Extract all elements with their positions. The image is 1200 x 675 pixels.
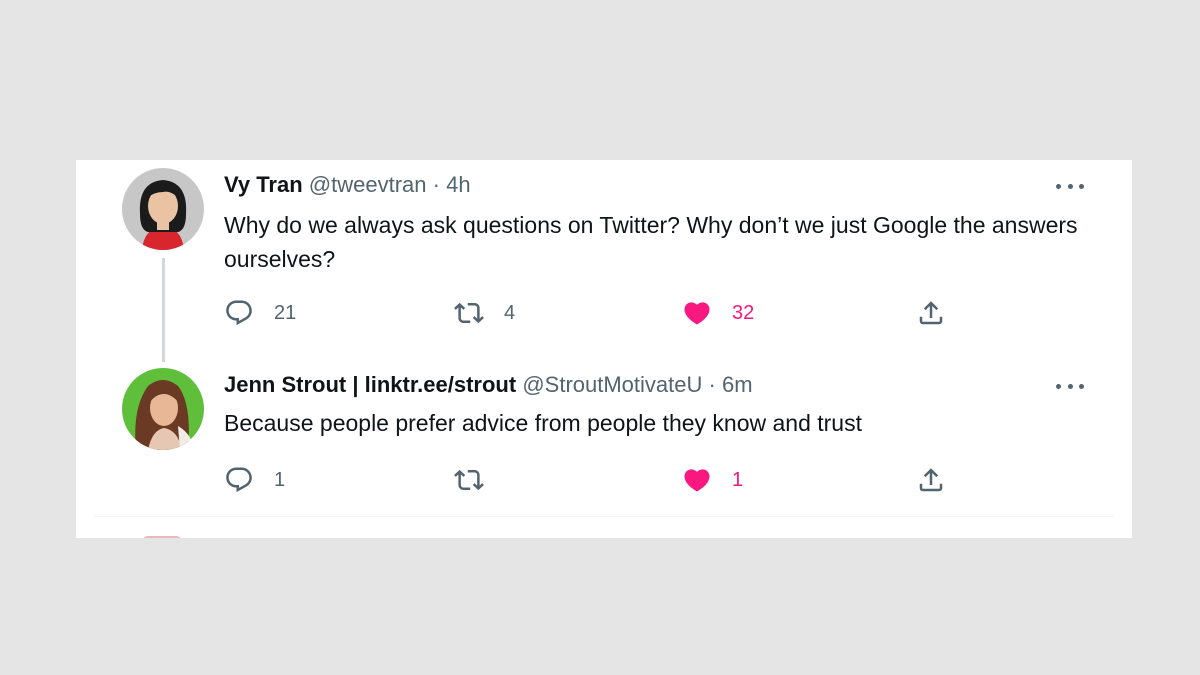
retweet-button[interactable] [454, 463, 504, 497]
retweet-button[interactable]: 4 [454, 296, 515, 330]
share-icon [919, 301, 943, 325]
avatar[interactable] [122, 168, 204, 250]
author-handle[interactable]: @tweevtran [309, 172, 427, 197]
reply-icon [226, 300, 252, 326]
retweet-icon [454, 469, 484, 491]
timestamp[interactable]: 4h [446, 172, 470, 197]
author-name[interactable]: Jenn Strout | linktr.ee/strout [224, 372, 516, 397]
tweet-actions: 1 1 [224, 463, 1132, 497]
tweet-divider [94, 516, 1114, 517]
reply-icon [226, 467, 252, 493]
share-button[interactable] [916, 463, 946, 497]
tweet-thread-card: Vy Tran @tweevtran · 4h Why do we always… [76, 160, 1132, 538]
separator-dot: · [432, 172, 440, 197]
retweet-count: 4 [504, 301, 516, 324]
tweet[interactable]: Vy Tran @tweevtran · 4h Why do we always… [76, 160, 1132, 362]
timestamp[interactable]: 6m [722, 372, 753, 397]
more-horizontal-icon[interactable] [1056, 174, 1084, 198]
tweet-header: Jenn Strout | linktr.ee/strout @StroutMo… [224, 370, 753, 400]
tweet-text: Why do we always ask questions on Twitte… [224, 212, 1078, 272]
like-button[interactable]: 32 [682, 296, 754, 330]
like-count: 1 [732, 468, 744, 491]
reply-count: 1 [274, 468, 286, 491]
author-handle[interactable]: @StroutMotivateU [522, 372, 702, 397]
like-count: 32 [732, 301, 755, 324]
reply-count: 21 [274, 301, 297, 324]
more-horizontal-icon[interactable] [1056, 374, 1084, 398]
retweet-icon [454, 302, 484, 324]
share-button[interactable] [916, 296, 946, 330]
avatar[interactable] [122, 368, 204, 450]
tweet-header: Vy Tran @tweevtran · 4h [224, 170, 471, 200]
thread-connector-line [162, 258, 165, 362]
tweet-text: Because people prefer advice from people… [224, 410, 862, 436]
next-tweet-avatar-peek [142, 536, 182, 538]
separator-dot: · [708, 372, 716, 397]
reply-button[interactable]: 1 [224, 463, 285, 497]
heart-filled-icon [684, 302, 710, 325]
author-name[interactable]: Vy Tran [224, 172, 303, 197]
tweet-actions: 21 4 32 [224, 296, 1132, 330]
tweet[interactable]: Jenn Strout | linktr.ee/strout @StroutMo… [76, 360, 1132, 516]
reply-button[interactable]: 21 [224, 296, 296, 330]
heart-filled-icon [684, 469, 710, 492]
share-icon [919, 468, 943, 492]
like-button[interactable]: 1 [682, 463, 743, 497]
